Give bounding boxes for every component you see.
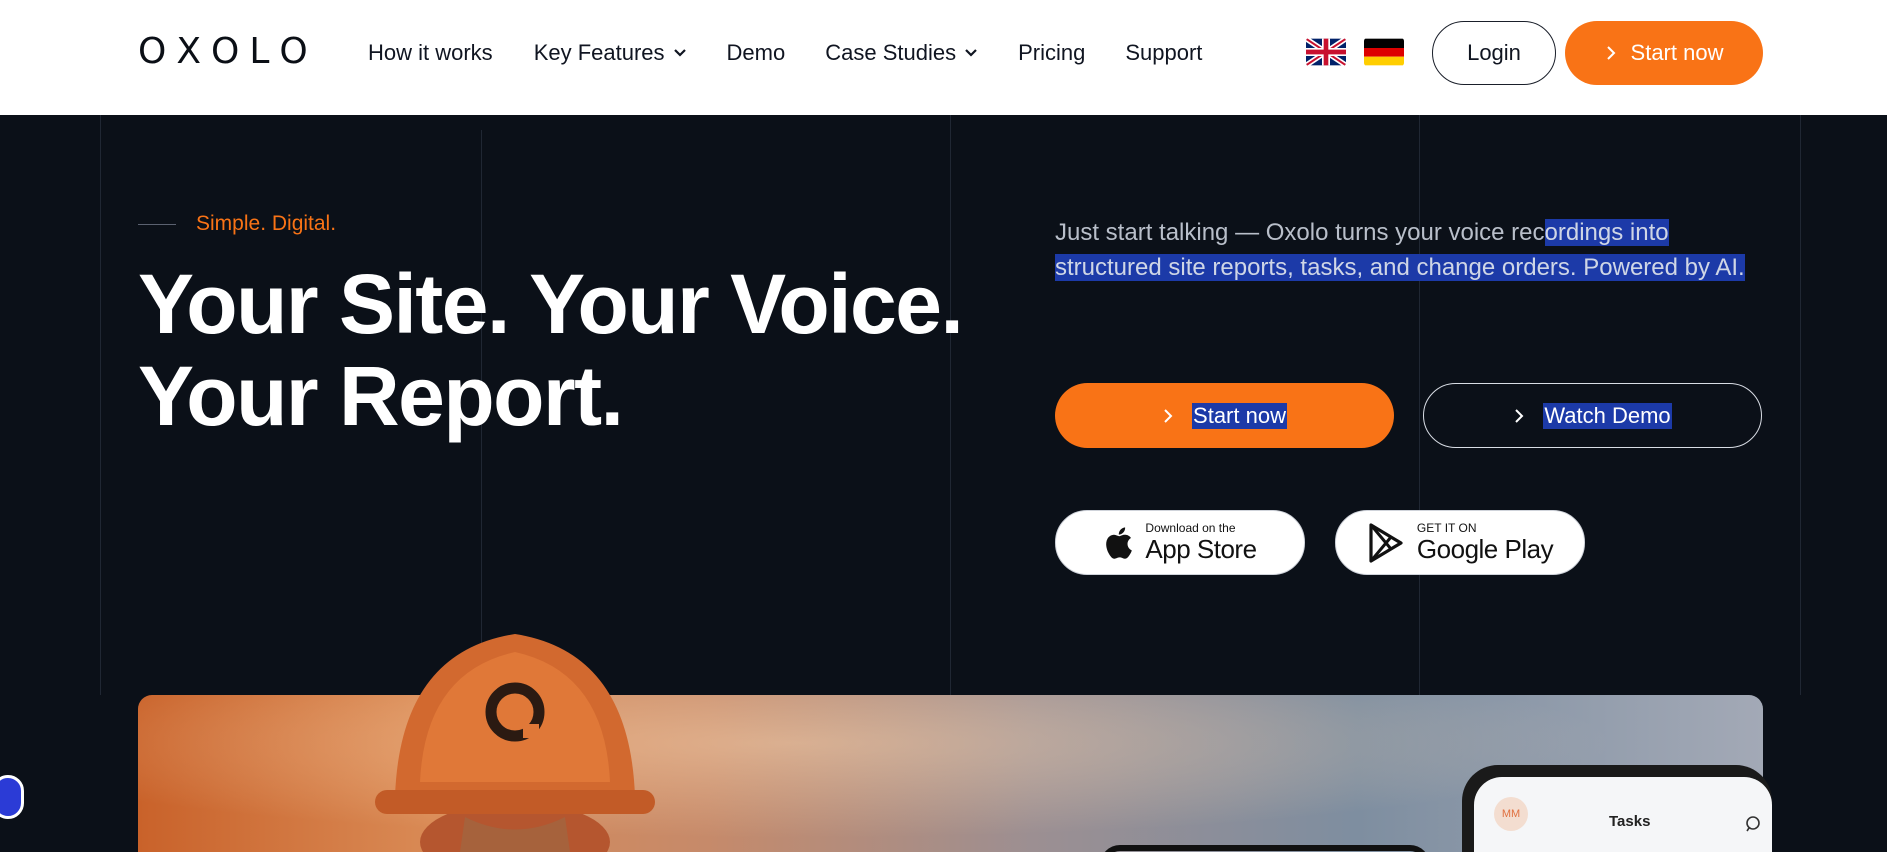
nav-how-it-works[interactable]: How it works [368, 40, 493, 66]
nav-demo[interactable]: Demo [727, 40, 786, 66]
hero-tagline: Simple. Digital. [138, 212, 336, 236]
google-play-text: GET IT ON Google Play [1416, 522, 1554, 564]
header-start-now-button[interactable]: Start now [1565, 21, 1763, 85]
login-label: Login [1467, 40, 1521, 65]
chevron-down-icon [965, 49, 977, 57]
google-play-big: Google Play [1416, 534, 1554, 564]
phone-frame [1100, 845, 1430, 852]
accessibility-widget-button[interactable] [0, 775, 24, 819]
headline-line-1: Your Site. Your Voice. [138, 257, 964, 351]
nav-label: Pricing [1018, 40, 1086, 65]
logo-letter: L [249, 31, 271, 72]
start-now-label: Start now [1630, 40, 1724, 65]
chevron-right-icon [1606, 46, 1615, 60]
watch-demo-label: Watch Demo [1543, 402, 1672, 429]
nav-key-features[interactable]: Key Features [534, 40, 687, 66]
grid-line [1419, 115, 1420, 695]
google-play-badge[interactable]: GET IT ON Google Play [1335, 510, 1585, 575]
app-store-big: App Store [1145, 534, 1257, 564]
logo-letter: O [279, 31, 309, 72]
chevron-right-icon [1164, 408, 1173, 423]
page: O X O L O How it works Key Features Demo… [0, 0, 1887, 852]
language-switcher [1306, 38, 1404, 66]
nav-label: Support [1125, 40, 1203, 65]
germany-flag-icon[interactable] [1364, 38, 1404, 66]
hero-description: Just start talking — Oxolo turns your vo… [1055, 215, 1765, 285]
apple-icon [1106, 526, 1133, 559]
hero-start-now-button[interactable]: Start now [1055, 383, 1394, 448]
google-play-icon [1369, 522, 1403, 563]
avatar: MM [1494, 797, 1528, 831]
tagline-text: Simple. Digital. [196, 212, 337, 235]
login-button[interactable]: Login [1432, 21, 1556, 85]
nav-label: Key Features [533, 40, 665, 65]
phone-screen-title: Tasks [1609, 813, 1651, 830]
headline-line-2: Your Report. [138, 349, 624, 443]
phone-mockup: MM Tasks [1462, 765, 1772, 852]
nav-label: Case Studies [825, 40, 957, 65]
nav-pricing[interactable]: Pricing [1018, 40, 1085, 66]
chat-icon [1746, 816, 1760, 832]
construction-worker-image [375, 634, 655, 852]
grid-line [100, 115, 101, 695]
main-nav: How it works Key Features Demo Case Stud… [368, 40, 1202, 66]
hero-headline: Your Site. Your Voice. Your Report. [138, 257, 964, 443]
chevron-right-icon [1515, 408, 1524, 423]
app-store-text: Download on the App Store [1145, 522, 1257, 564]
app-store-badge[interactable]: Download on the App Store [1055, 510, 1305, 575]
phone-screen: MM Tasks [1474, 777, 1772, 852]
uk-flag-icon[interactable] [1306, 38, 1346, 66]
nav-label: Demo [726, 40, 786, 65]
watch-demo-button[interactable]: Watch Demo [1423, 383, 1762, 448]
oxolo-logo[interactable]: O X O L O [138, 31, 309, 72]
logo-letter: X [176, 31, 203, 72]
description-text: Just start talking — Oxolo turns your vo… [1055, 219, 1545, 246]
nav-support[interactable]: Support [1125, 40, 1202, 66]
grid-line [1800, 115, 1801, 695]
chevron-down-icon [673, 49, 686, 57]
logo-letter: O [138, 31, 168, 72]
nav-label: How it works [368, 40, 493, 65]
start-now-label: Start now [1192, 402, 1287, 429]
nav-case-studies[interactable]: Case Studies [825, 40, 978, 66]
logo-letter: O [211, 31, 241, 72]
tagline-dash [138, 223, 176, 225]
site-header: O X O L O How it works Key Features Demo… [0, 0, 1887, 115]
